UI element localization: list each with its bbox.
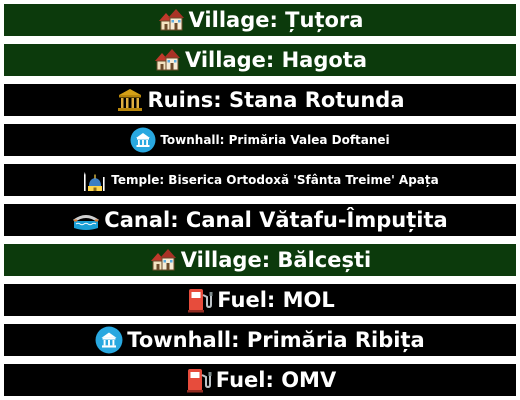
list-item-temple-apata[interactable]: Temple: Biserica Ortodoxă 'Sfânta Treime…	[4, 164, 516, 196]
fuel-icon	[185, 286, 213, 314]
list-item-label: Temple: Biserica Ortodoxă 'Sfânta Treime…	[111, 173, 439, 187]
list-item-label: Ruins: Stana Rotunda	[147, 87, 405, 112]
list-item-label: Townhall: Primăria Valea Doftanei	[160, 133, 390, 147]
list-item-fuel-omv[interactable]: Fuel: OMV	[4, 364, 516, 396]
list-item-label: Village: Hagota	[184, 47, 368, 72]
list-item-label: Fuel: MOL	[217, 287, 335, 312]
fuel-icon	[184, 366, 212, 394]
village-icon	[157, 6, 185, 34]
ruins-icon	[116, 86, 144, 114]
list-item-townhall-valea-doftanei[interactable]: Townhall: Primăria Valea Doftanei	[4, 124, 516, 156]
townhall-icon	[95, 326, 123, 354]
list-item-ruins-stana-rotunda[interactable]: Ruins: Stana Rotunda	[4, 84, 516, 116]
list-item-label: Village: Bălcești	[180, 247, 372, 272]
list-item-label: Fuel: OMV	[215, 367, 337, 392]
temple-icon	[81, 167, 107, 193]
place-list: Village: Țuțora Village: Hagota Ruins: S…	[0, 0, 520, 400]
list-item-village-hagota[interactable]: Village: Hagota	[4, 44, 516, 76]
list-item-label: Village: Țuțora	[188, 7, 364, 32]
list-item-townhall-ribita[interactable]: Townhall: Primăria Ribița	[4, 324, 516, 356]
canal-icon	[72, 206, 100, 234]
list-item-village-balcesti[interactable]: Village: Bălcești	[4, 244, 516, 276]
list-item-label: Townhall: Primăria Ribița	[127, 327, 425, 352]
townhall-icon	[130, 127, 156, 153]
village-icon	[149, 246, 177, 274]
list-item-label: Canal: Canal Vătafu-Împuțita	[104, 207, 448, 232]
village-icon	[153, 46, 181, 74]
list-item-canal-vatafu[interactable]: Canal: Canal Vătafu-Împuțita	[4, 204, 516, 236]
list-item-fuel-mol[interactable]: Fuel: MOL	[4, 284, 516, 316]
list-item-village-tutora[interactable]: Village: Țuțora	[4, 4, 516, 36]
